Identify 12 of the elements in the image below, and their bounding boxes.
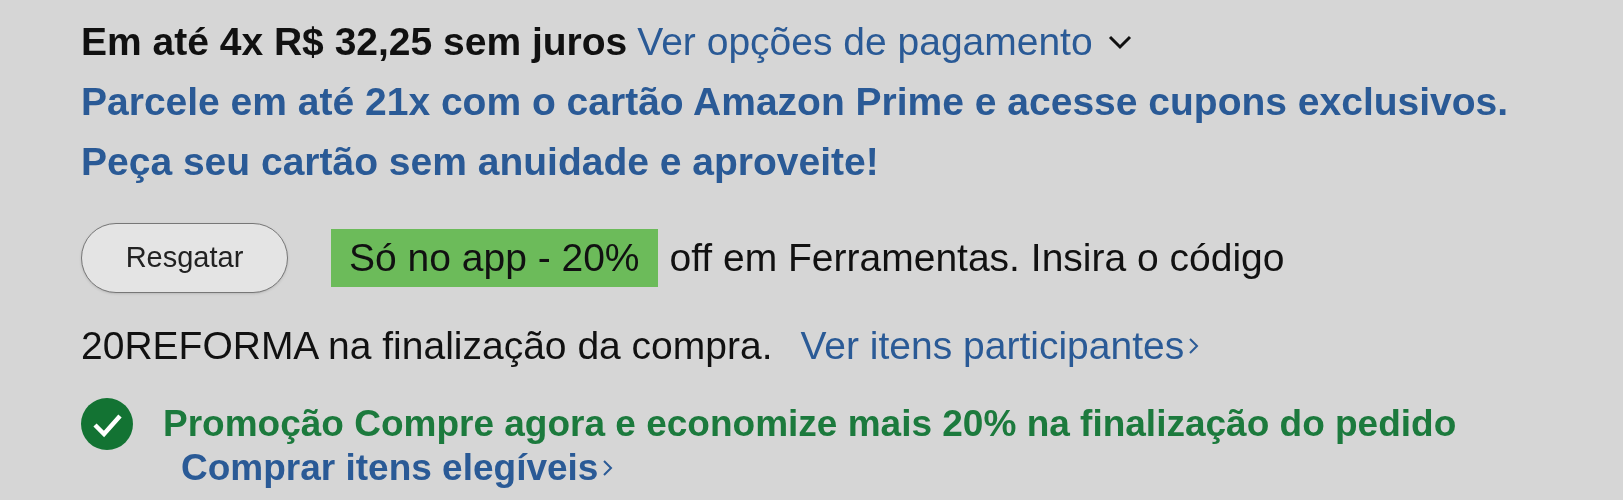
coupon-text: 20REFORMA na finalização da compra. bbox=[81, 322, 773, 369]
payment-options-link[interactable]: Ver opções de pagamento bbox=[637, 12, 1133, 72]
card-offer-link[interactable]: Parcele em até 21x com o cartão Amazon Prime e acesse cupons exclusivos. bbox=[81, 72, 1509, 132]
promotion-text: Promoção Compre agora e economize mais 20% na finalização do pedido bbox=[163, 402, 1457, 446]
chevron-down-icon bbox=[1106, 34, 1133, 50]
eligible-items-link[interactable]: Comprar itens elegíveis bbox=[181, 446, 615, 490]
coupon-badge: Só no app - 20% bbox=[331, 229, 658, 287]
coupon-text: off em Ferramentas. Insira o código bbox=[669, 234, 1285, 281]
card-offer-link[interactable]: Peça seu cartão sem anuidade e aproveite! bbox=[81, 132, 879, 192]
redeem-button[interactable]: Resgatar bbox=[81, 223, 288, 293]
participating-items-link[interactable]: Ver itens participantes bbox=[800, 316, 1201, 376]
installments-text: Em até 4x R$ 32,25 sem juros bbox=[81, 18, 628, 65]
